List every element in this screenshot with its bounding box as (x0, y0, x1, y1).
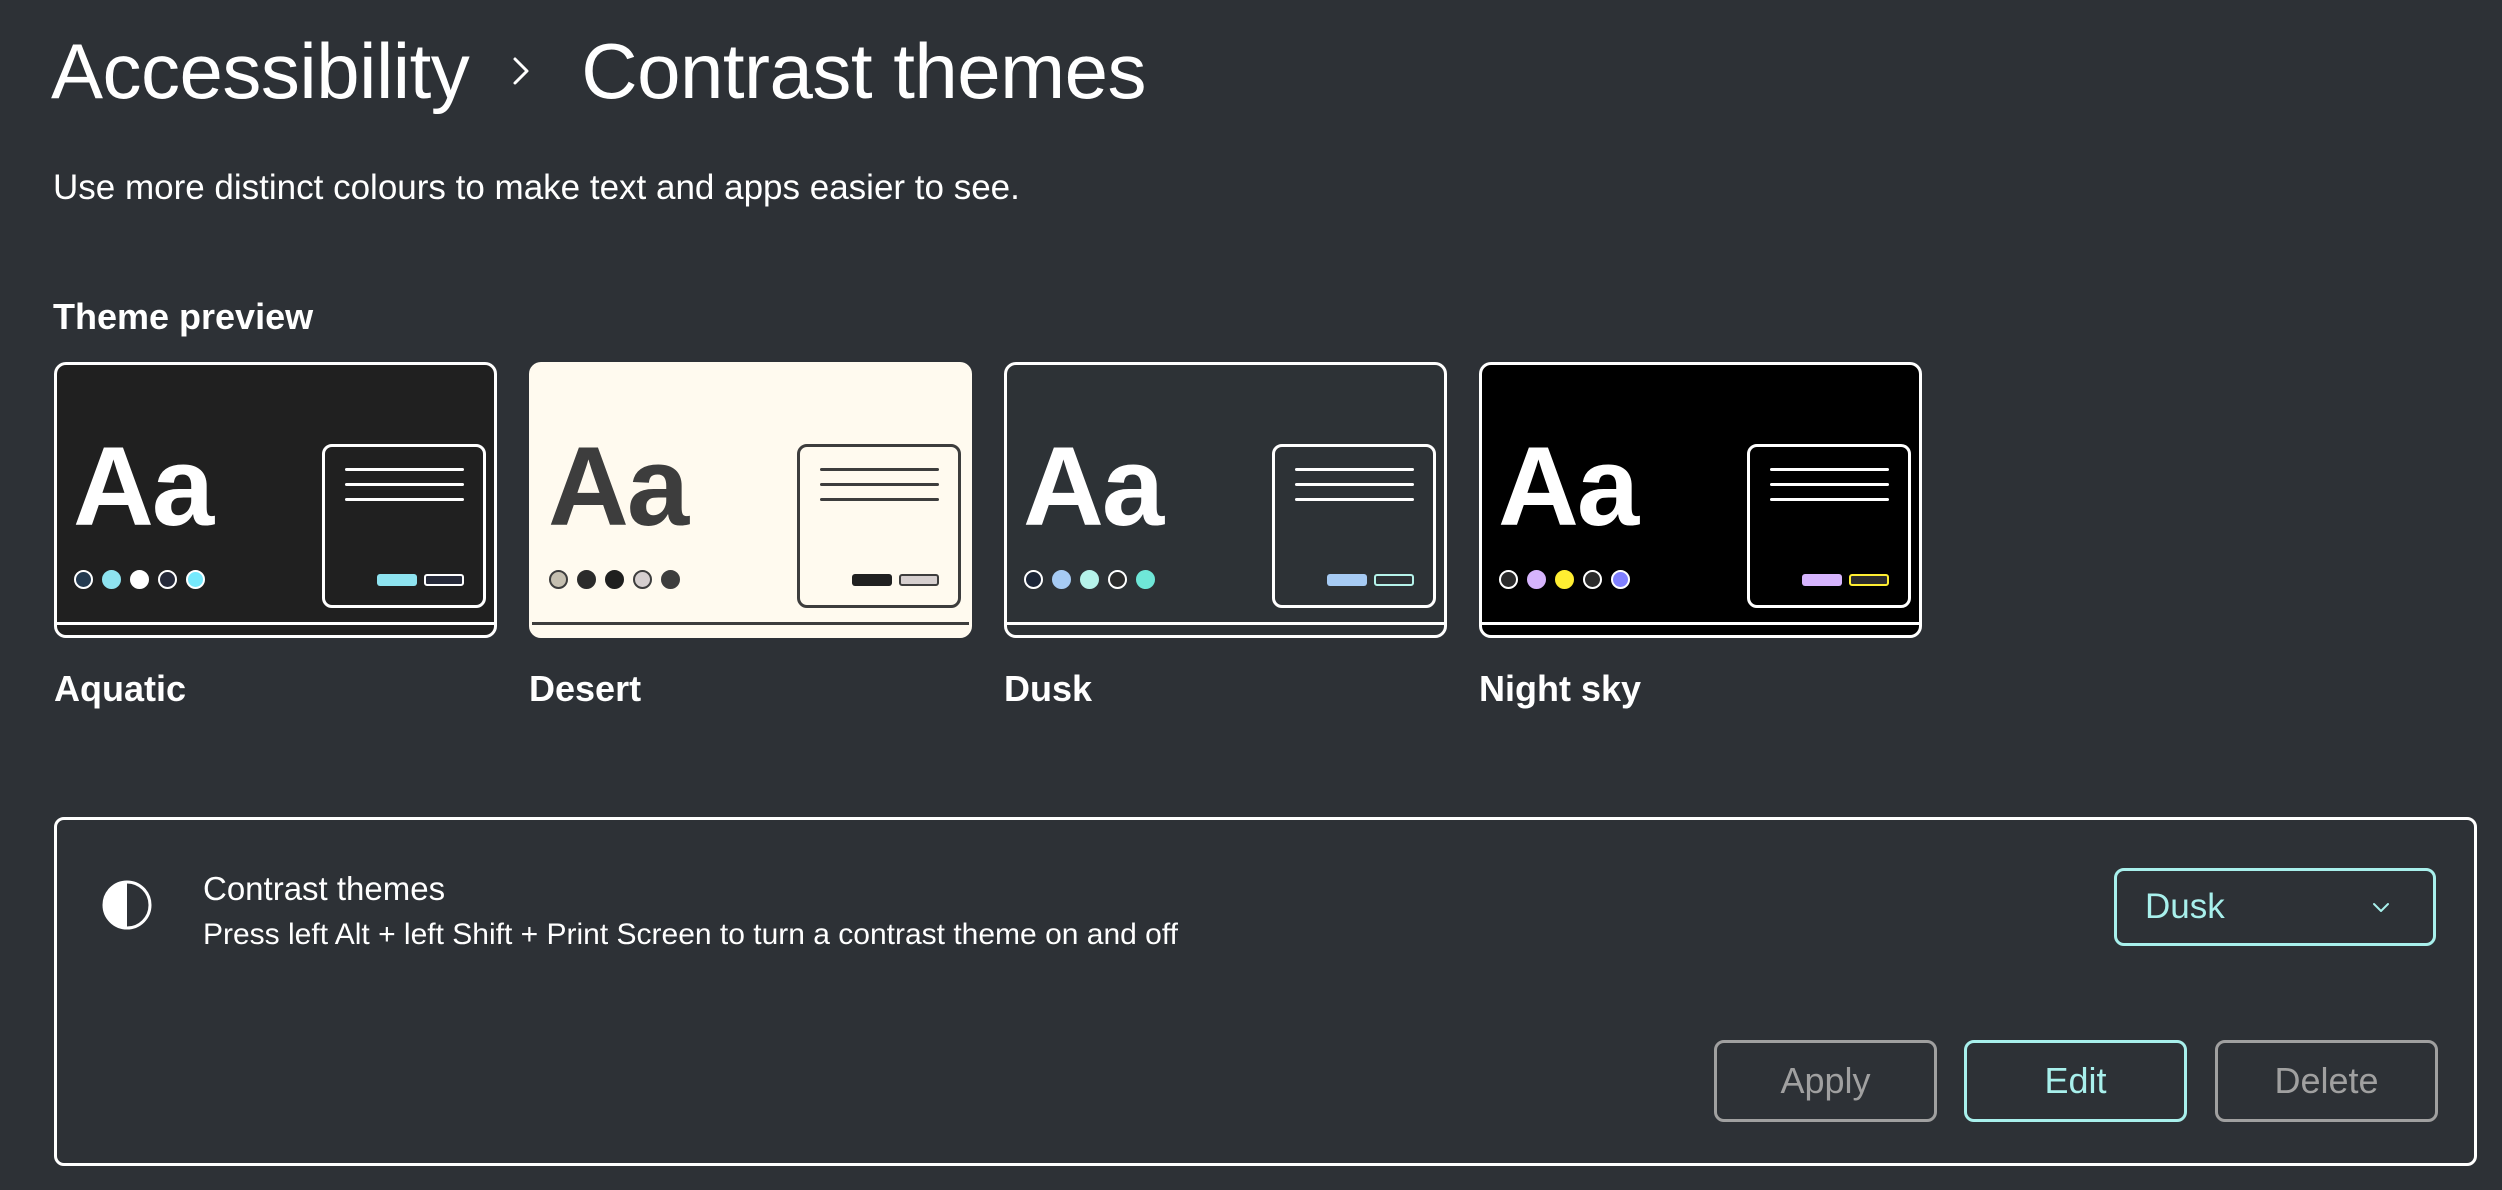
theme-preview-card[interactable]: Aa (529, 362, 972, 638)
contrast-theme-dropdown[interactable]: Dusk (2114, 868, 2436, 946)
mini-secondary-button (1849, 574, 1889, 586)
window-preview (797, 444, 961, 608)
theme-preview-card[interactable]: Aa (1004, 362, 1447, 638)
color-swatch (1024, 570, 1043, 589)
theme-preview-label: Theme preview (53, 296, 314, 337)
color-swatch (1499, 570, 1518, 589)
text-line (1770, 468, 1889, 471)
chevron-down-icon (2373, 903, 2389, 912)
text-line (1295, 483, 1414, 486)
theme-name: Dusk (1004, 668, 1093, 709)
color-swatch (130, 570, 149, 589)
color-swatch (1136, 570, 1155, 589)
color-swatches (549, 570, 680, 589)
taskbar-line (1007, 622, 1444, 625)
delete-button[interactable]: Delete (2215, 1040, 2438, 1122)
text-line (1770, 483, 1889, 486)
setting-title: Contrast themes (203, 870, 446, 907)
mini-primary-button (377, 574, 417, 586)
text-line (820, 498, 939, 501)
mini-primary-button (1327, 574, 1367, 586)
color-swatch (633, 570, 652, 589)
color-swatch (605, 570, 624, 589)
taskbar-line (1482, 622, 1919, 625)
theme-preview-card[interactable]: Aa (1479, 362, 1922, 638)
page-title: Contrast themes (581, 27, 1147, 115)
text-line (820, 483, 939, 486)
color-swatches (74, 570, 205, 589)
color-swatch (1108, 570, 1127, 589)
window-preview (1272, 444, 1436, 608)
theme-name: Desert (529, 668, 642, 709)
color-swatch (74, 570, 93, 589)
color-swatch (661, 570, 680, 589)
mini-secondary-button (1374, 574, 1414, 586)
contrast-themes-setting-card: Contrast themes Press left Alt + left Sh… (54, 817, 2477, 1166)
edit-button[interactable]: Edit (1964, 1040, 2187, 1122)
theme-option-desert[interactable]: Aa Desert (529, 362, 972, 710)
theme-option-aquatic[interactable]: Aa Aquatic (54, 362, 497, 710)
color-swatch (1052, 570, 1071, 589)
color-swatch (102, 570, 121, 589)
mini-secondary-button (424, 574, 464, 586)
taskbar-line (532, 622, 969, 625)
text-line (345, 483, 464, 486)
text-line (1295, 468, 1414, 471)
page-description: Use more distinct colours to make text a… (53, 168, 1020, 207)
mini-secondary-button (899, 574, 939, 586)
text-line (1295, 498, 1414, 501)
theme-preview-card[interactable]: Aa (54, 362, 497, 638)
text-line (1770, 498, 1889, 501)
color-swatch (577, 570, 596, 589)
mini-primary-button (1802, 574, 1842, 586)
color-swatches (1024, 570, 1155, 589)
sample-text: Aa (1023, 424, 1164, 549)
mini-primary-button (852, 574, 892, 586)
window-preview (1747, 444, 1911, 608)
theme-name: Night sky (1479, 668, 1642, 709)
contrast-icon (102, 880, 152, 930)
text-line (820, 468, 939, 471)
color-swatch (1080, 570, 1099, 589)
window-preview (322, 444, 486, 608)
theme-option-dusk[interactable]: Aa Dusk (1004, 362, 1447, 710)
sample-text: Aa (1498, 424, 1639, 549)
color-swatch (549, 570, 568, 589)
text-line (345, 468, 464, 471)
setting-subtitle: Press left Alt + left Shift + Print Scre… (203, 918, 1178, 951)
color-swatch (1583, 570, 1602, 589)
theme-option-night-sky[interactable]: Aa Night sky (1479, 362, 1922, 710)
color-swatch (186, 570, 205, 589)
color-swatch (158, 570, 177, 589)
breadcrumb-parent-accessibility[interactable]: Accessibility (51, 32, 470, 110)
dropdown-selected-value: Dusk (2145, 887, 2225, 926)
color-swatch (1611, 570, 1630, 589)
sample-text: Aa (548, 424, 689, 549)
breadcrumb: Accessibility Contrast themes (51, 26, 1147, 116)
apply-button[interactable]: Apply (1714, 1040, 1937, 1122)
color-swatches (1499, 570, 1630, 589)
theme-name: Aquatic (54, 668, 187, 709)
chevron-right-icon (495, 26, 547, 116)
text-line (345, 498, 464, 501)
taskbar-line (57, 622, 494, 625)
color-swatch (1527, 570, 1546, 589)
color-swatch (1555, 570, 1574, 589)
sample-text: Aa (73, 424, 214, 549)
